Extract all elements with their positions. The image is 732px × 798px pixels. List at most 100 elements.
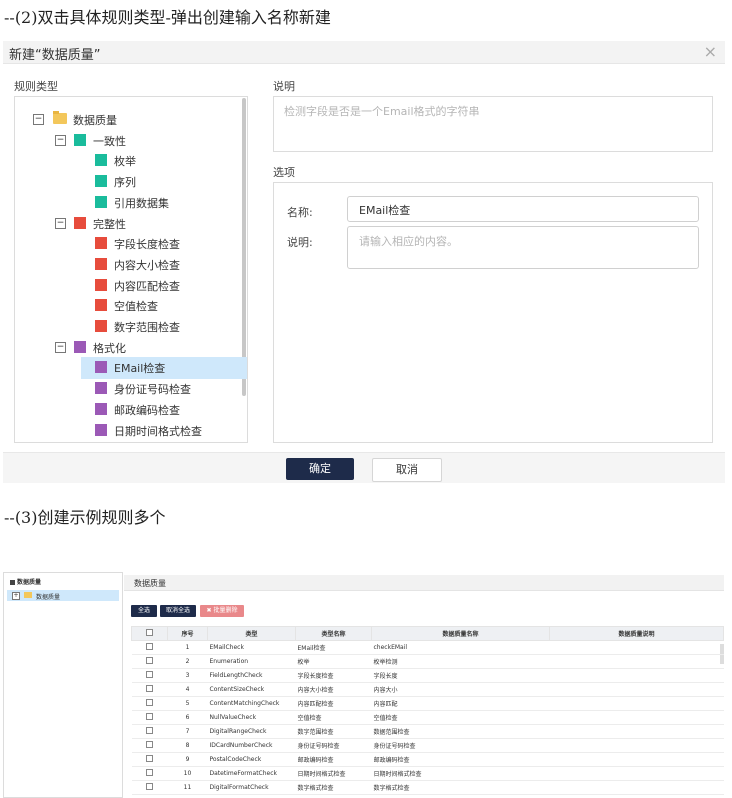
row-checkbox-cell[interactable] <box>131 710 168 725</box>
collapse-icon[interactable]: − <box>55 217 66 229</box>
collapse-icon[interactable]: − <box>55 341 66 353</box>
cell-dq-desc <box>549 668 724 683</box>
row-checkbox-cell[interactable] <box>131 780 168 795</box>
row-checkbox[interactable] <box>146 741 153 748</box>
rule-color-icon <box>95 382 107 395</box>
row-checkbox[interactable] <box>146 783 153 790</box>
tree-item-label: 空值检查 <box>114 300 158 314</box>
batch-delete-button[interactable]: ✖ 批量删除 <box>200 605 244 617</box>
row-checkbox[interactable] <box>146 755 153 762</box>
row-checkbox-cell[interactable] <box>131 724 168 739</box>
row-checkbox[interactable] <box>146 657 153 664</box>
row-checkbox[interactable] <box>146 685 153 692</box>
row-checkbox-cell[interactable] <box>131 766 168 781</box>
cell-type: DatetimeFormatCheck <box>207 766 296 781</box>
desc-textarea[interactable]: 请输入相应的内容。 <box>347 226 699 269</box>
tree-scrollbar[interactable] <box>242 98 246 396</box>
folder-icon <box>53 111 67 124</box>
row-checkbox[interactable] <box>146 769 153 776</box>
cancel-button[interactable]: 取消 <box>372 458 442 482</box>
deselect-all-button[interactable]: 取消全选 <box>160 605 196 617</box>
table-body: 1 EMailCheck EMail检查 checkEMail 2 Enumeration… <box>131 640 724 795</box>
rule-color-icon <box>95 320 107 332</box>
cell-dq-desc <box>549 766 724 781</box>
cell-type: NullValueCheck <box>207 710 296 725</box>
sidebar-node[interactable]: + 数据质量 <box>7 590 119 601</box>
cell-type: Enumeration <box>207 654 296 669</box>
row-checkbox-cell[interactable] <box>131 752 168 767</box>
cell-dq-name: 数据范围检查 <box>371 724 550 739</box>
grid-icon <box>10 580 15 585</box>
row-checkbox-cell[interactable] <box>131 640 168 655</box>
rule-color-icon <box>95 257 107 270</box>
rule-color-icon <box>95 195 107 208</box>
row-checkbox[interactable] <box>146 699 153 706</box>
cell-dq-name: 内容大小 <box>371 682 550 697</box>
rule-color-icon <box>95 423 107 436</box>
cell-type-name: 字段长度检查 <box>295 668 372 683</box>
cell-type: ContentMatchingCheck <box>207 696 296 711</box>
row-checkbox-cell[interactable] <box>131 682 168 697</box>
cell-type: FieldLengthCheck <box>207 668 296 683</box>
table-row[interactable]: 8 IDCardNumberCheck 身份证号码检查 身份证号码检查 <box>131 738 724 753</box>
table-row[interactable]: 2 Enumeration 枚举 枚举检测 <box>131 654 724 669</box>
table-row[interactable]: 11 DigitalFormatCheck 数字格式检查 数字格式检查 <box>131 780 724 795</box>
options-label: 选项 <box>273 166 295 179</box>
ok-button[interactable]: 确定 <box>286 458 354 480</box>
header-checkbox-cell[interactable] <box>131 626 168 641</box>
desc-textarea-placeholder: 请输入相应的内容。 <box>359 235 458 248</box>
tree-item-label: 枚举 <box>114 155 136 169</box>
table-row[interactable]: 1 EMailCheck EMail检查 checkEMail <box>131 640 724 655</box>
row-checkbox-cell[interactable] <box>131 668 168 683</box>
select-all-button[interactable]: 全选 <box>131 605 157 617</box>
cell-no: 3 <box>167 668 208 683</box>
cell-dq-desc <box>549 752 724 767</box>
options-panel: 名称: EMail检查 说明: 请输入相应的内容。 <box>273 182 713 443</box>
row-checkbox[interactable] <box>146 671 153 678</box>
dialog-title: 新建“数据质量” <box>9 48 101 63</box>
cell-no: 1 <box>167 640 208 655</box>
row-checkbox-cell[interactable] <box>131 654 168 669</box>
name-input[interactable]: EMail检查 <box>347 196 699 222</box>
table-row[interactable]: 3 FieldLengthCheck 字段长度检查 字段长度 <box>131 668 724 683</box>
table-row[interactable]: 6 NullValueCheck 空值检查 空值检查 <box>131 710 724 725</box>
rule-color-icon <box>95 237 107 250</box>
row-checkbox-cell[interactable] <box>131 738 168 753</box>
table-row[interactable]: 9 PostalCodeCheck 邮政编码检查 邮政编码检查 <box>131 752 724 767</box>
cell-no: 4 <box>167 682 208 697</box>
close-icon[interactable]: × <box>704 42 717 61</box>
tree-item-label: 邮政编码检查 <box>114 403 180 417</box>
cell-type-name: 邮政编码检查 <box>295 752 372 767</box>
cell-dq-desc <box>549 640 724 655</box>
collapse-icon[interactable]: − <box>33 114 44 125</box>
row-checkbox[interactable] <box>146 643 153 650</box>
cell-no: 8 <box>167 738 208 753</box>
rule-color-icon <box>95 299 107 312</box>
table-row[interactable]: 4 ContentSizeCheck 内容大小检查 内容大小 <box>131 682 724 697</box>
column-header: 数据质量说明 <box>549 626 724 641</box>
cell-type-name: 内容大小检查 <box>295 682 372 697</box>
step2-caption: --(2)双击具体规则类型-弹出创建输入名称新建 <box>4 8 331 27</box>
table-row[interactable]: 7 DigitalRangeCheck 数字范围检查 数据范围检查 <box>131 724 724 739</box>
cell-type-name: 身份证号码检查 <box>295 738 372 753</box>
cell-type: DigitalRangeCheck <box>207 724 296 739</box>
table-header-row: 序号 类型 类型名称 数据质量名称 数据质量说明 <box>131 626 724 641</box>
description-text: 检测字段是否是一个Email格式的字符串 <box>284 105 480 118</box>
row-checkbox[interactable] <box>146 713 153 720</box>
cell-dq-name: 身份证号码检查 <box>371 738 550 753</box>
category-color-icon <box>74 340 86 353</box>
cell-no: 6 <box>167 710 208 725</box>
row-checkbox[interactable] <box>146 727 153 734</box>
expand-icon[interactable]: + <box>12 592 20 600</box>
collapse-icon[interactable]: − <box>55 134 66 146</box>
row-checkbox-cell[interactable] <box>131 696 168 711</box>
folder-icon <box>24 592 32 598</box>
rule-color-icon <box>95 402 107 415</box>
cell-type: DigitalFormatCheck <box>207 780 296 795</box>
tree-item-label: 序列 <box>114 176 136 190</box>
table-row[interactable]: 5 ContentMatchingCheck 内容匹配检查 内容匹配 <box>131 696 724 711</box>
select-all-checkbox[interactable] <box>146 629 153 636</box>
cell-type: PostalCodeCheck <box>207 752 296 767</box>
desc-field-label: 说明: <box>287 236 313 249</box>
table-row[interactable]: 10 DatetimeFormatCheck 日期时间格式检查 日期时间格式检查 <box>131 766 724 781</box>
